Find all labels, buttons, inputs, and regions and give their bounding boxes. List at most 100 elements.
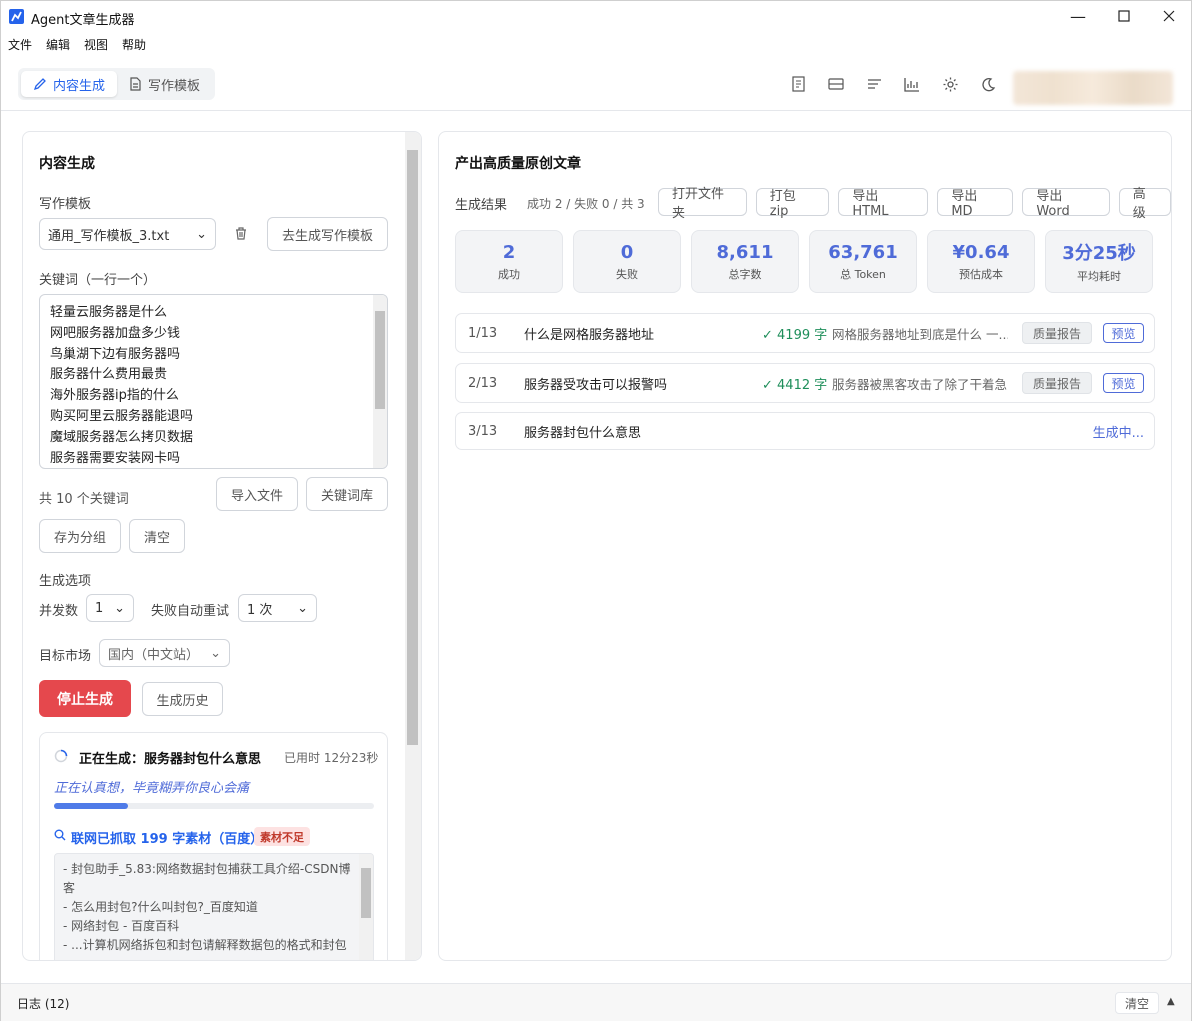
- tab-writing-template[interactable]: 写作模板: [117, 71, 212, 97]
- progress-fill: [54, 803, 128, 809]
- panel-title: 内容生成: [39, 156, 95, 172]
- quality-report-button[interactable]: 质量报告: [1022, 372, 1092, 394]
- market-label: 目标市场: [39, 649, 92, 664]
- moon-icon[interactable]: [979, 75, 997, 93]
- clear-log-button[interactable]: 清空: [1115, 992, 1159, 1014]
- result-row[interactable]: 3/13 服务器封包什么意思 生成中...: [455, 412, 1155, 450]
- result-row[interactable]: 1/13 什么是网格服务器地址 ✓ 4199 字 网格服务器地址到底是什么 一.…: [455, 313, 1155, 353]
- generation-history-button[interactable]: 生成历史: [142, 682, 223, 716]
- layout-icon[interactable]: [827, 75, 845, 93]
- stat-value: 63,761: [828, 241, 898, 263]
- menu-help[interactable]: 帮助: [115, 35, 153, 57]
- tab-group: 内容生成 写作模板: [18, 68, 216, 100]
- keyword-library-button[interactable]: 关键词库: [306, 477, 388, 511]
- stat-failed: 0 失败: [573, 230, 681, 293]
- retry-value: 1 次: [247, 602, 273, 618]
- market-select[interactable]: 国内（中文站） ⌄: [99, 639, 230, 667]
- app-window: Agent文章生成器 — 文件 编辑 视图 帮助 内容生成 写作模板 内容生成 …: [0, 0, 1192, 1021]
- sources-box: - 封包助手_5.83:网络数据封包捕获工具介绍-CSDN博 客 - 怎么用封包…: [54, 853, 374, 960]
- menu-bar: 文件 编辑 视图 帮助: [1, 35, 153, 57]
- thinking-text: 正在认真想，毕竟糊弄你良心会痛: [54, 781, 250, 796]
- concurrency-select[interactable]: 1 ⌄: [86, 594, 134, 622]
- scroll-thumb[interactable]: [361, 868, 371, 918]
- menu-view[interactable]: 视图: [77, 35, 115, 57]
- user-avatar-blurred[interactable]: [1013, 71, 1173, 105]
- template-label: 写作模板: [39, 197, 92, 212]
- menu-file[interactable]: 文件: [1, 35, 39, 57]
- toolbar-icons: [789, 75, 997, 93]
- stat-average-time: 3分25秒 平均耗时: [1045, 230, 1153, 293]
- stat-label: 总 Token: [840, 267, 886, 281]
- preview-button[interactable]: 预览: [1103, 323, 1144, 343]
- source-line: - 网络封包 - 百度百科: [63, 919, 180, 933]
- menu-edit[interactable]: 编辑: [39, 35, 77, 57]
- textarea-scrollbar[interactable]: [373, 295, 387, 468]
- fetch-status: 联网已抓取 199 字素材（百度）: [71, 832, 264, 847]
- keywords-textarea[interactable]: 轻量云服务器是什么 网吧服务器加盘多少钱 鸟巢湖下边有服务器吗 服务器什么费用最…: [39, 294, 388, 469]
- scroll-thumb[interactable]: [407, 150, 418, 745]
- minimize-icon[interactable]: —: [1063, 5, 1093, 27]
- keywords-label: 关键词（一行一个）: [39, 273, 157, 288]
- keyword-count: 共 10 个关键词: [39, 492, 129, 507]
- window-title: Agent文章生成器: [31, 13, 135, 28]
- scroll-thumb[interactable]: [375, 311, 385, 409]
- spinner-icon: [54, 749, 68, 767]
- row-summary: 服务器被黑客攻击了除了干着急...: [832, 376, 1008, 392]
- stat-value: 0: [620, 241, 634, 263]
- open-folder-button[interactable]: 打开文件夹: [658, 187, 747, 221]
- trash-icon[interactable]: [234, 226, 248, 245]
- chevron-down-icon: ⌄: [196, 226, 207, 242]
- goto-template-button[interactable]: 去生成写作模板: [267, 217, 388, 251]
- log-toggle[interactable]: 日志 (12): [17, 995, 69, 1012]
- import-file-button[interactable]: 导入文件: [216, 477, 298, 511]
- tab-label: 写作模板: [148, 78, 201, 94]
- stat-estimated-cost: ¥0.64 预估成本: [927, 230, 1035, 293]
- row-title: 服务器受攻击可以报警吗: [524, 377, 668, 393]
- sources-scrollbar[interactable]: [359, 854, 373, 960]
- stat-success: 2 成功: [455, 230, 563, 293]
- save-group-button[interactable]: 存为分组: [39, 519, 121, 553]
- concurrency-value: 1: [95, 600, 104, 616]
- content-generation-panel: 内容生成 写作模板 通用_写作模板_3.txt ⌄ 去生成写作模板 关键词（一行…: [22, 131, 422, 961]
- preview-button[interactable]: 预览: [1103, 373, 1144, 393]
- document-icon[interactable]: [789, 75, 807, 93]
- template-select[interactable]: 通用_写作模板_3.txt ⌄: [39, 218, 216, 250]
- row-index: 2/13: [468, 375, 498, 391]
- retry-select[interactable]: 1 次 ⌄: [238, 594, 317, 622]
- pencil-icon: [33, 78, 46, 91]
- chart-icon[interactable]: [903, 75, 921, 93]
- keyword-line: 购买阿里云服务器能退吗: [50, 408, 194, 424]
- row-status: 生成中...: [1092, 425, 1144, 441]
- tab-label: 内容生成: [53, 78, 106, 94]
- stop-generation-button[interactable]: 停止生成: [39, 680, 131, 717]
- row-title: 服务器封包什么意思: [524, 425, 642, 441]
- keyword-line: 轻量云服务器是什么: [50, 305, 168, 320]
- row-word-count: ✓ 4412 字: [762, 377, 828, 393]
- toolbar: 内容生成 写作模板: [1, 61, 1191, 111]
- source-line: 客: [63, 881, 76, 895]
- market-value: 国内（中文站）: [108, 647, 200, 663]
- app-logo-icon: [9, 9, 24, 24]
- tab-content-generation[interactable]: 内容生成: [21, 71, 118, 97]
- stat-value: ¥0.64: [952, 241, 1010, 263]
- title-bar: Agent文章生成器 —: [1, 1, 1191, 33]
- chevron-down-icon: ⌄: [210, 645, 221, 661]
- left-panel-scrollbar[interactable]: [405, 132, 421, 960]
- stat-value: 8,611: [716, 241, 774, 263]
- export-html-button[interactable]: 导出 HTML: [838, 188, 929, 219]
- search-icon: [54, 829, 66, 845]
- list-icon[interactable]: [865, 75, 883, 93]
- quality-report-button[interactable]: 质量报告: [1022, 322, 1092, 344]
- close-icon[interactable]: [1154, 5, 1184, 27]
- stat-value: 3分25秒: [1062, 243, 1136, 264]
- result-row[interactable]: 2/13 服务器受攻击可以报警吗 ✓ 4412 字 服务器被黑客攻击了除了干着急…: [455, 363, 1155, 403]
- collapse-up-icon[interactable]: ▲: [1167, 996, 1175, 1007]
- pack-zip-button[interactable]: 打包 zip: [755, 188, 830, 219]
- advanced-button[interactable]: 高级: [1118, 187, 1171, 221]
- export-word-button[interactable]: 导出 Word: [1022, 188, 1110, 219]
- options-label: 生成选项: [39, 574, 92, 589]
- gear-icon[interactable]: [941, 75, 959, 93]
- maximize-icon[interactable]: [1109, 5, 1139, 27]
- clear-keywords-button[interactable]: 清空: [129, 519, 185, 553]
- export-md-button[interactable]: 导出 MD: [937, 188, 1014, 219]
